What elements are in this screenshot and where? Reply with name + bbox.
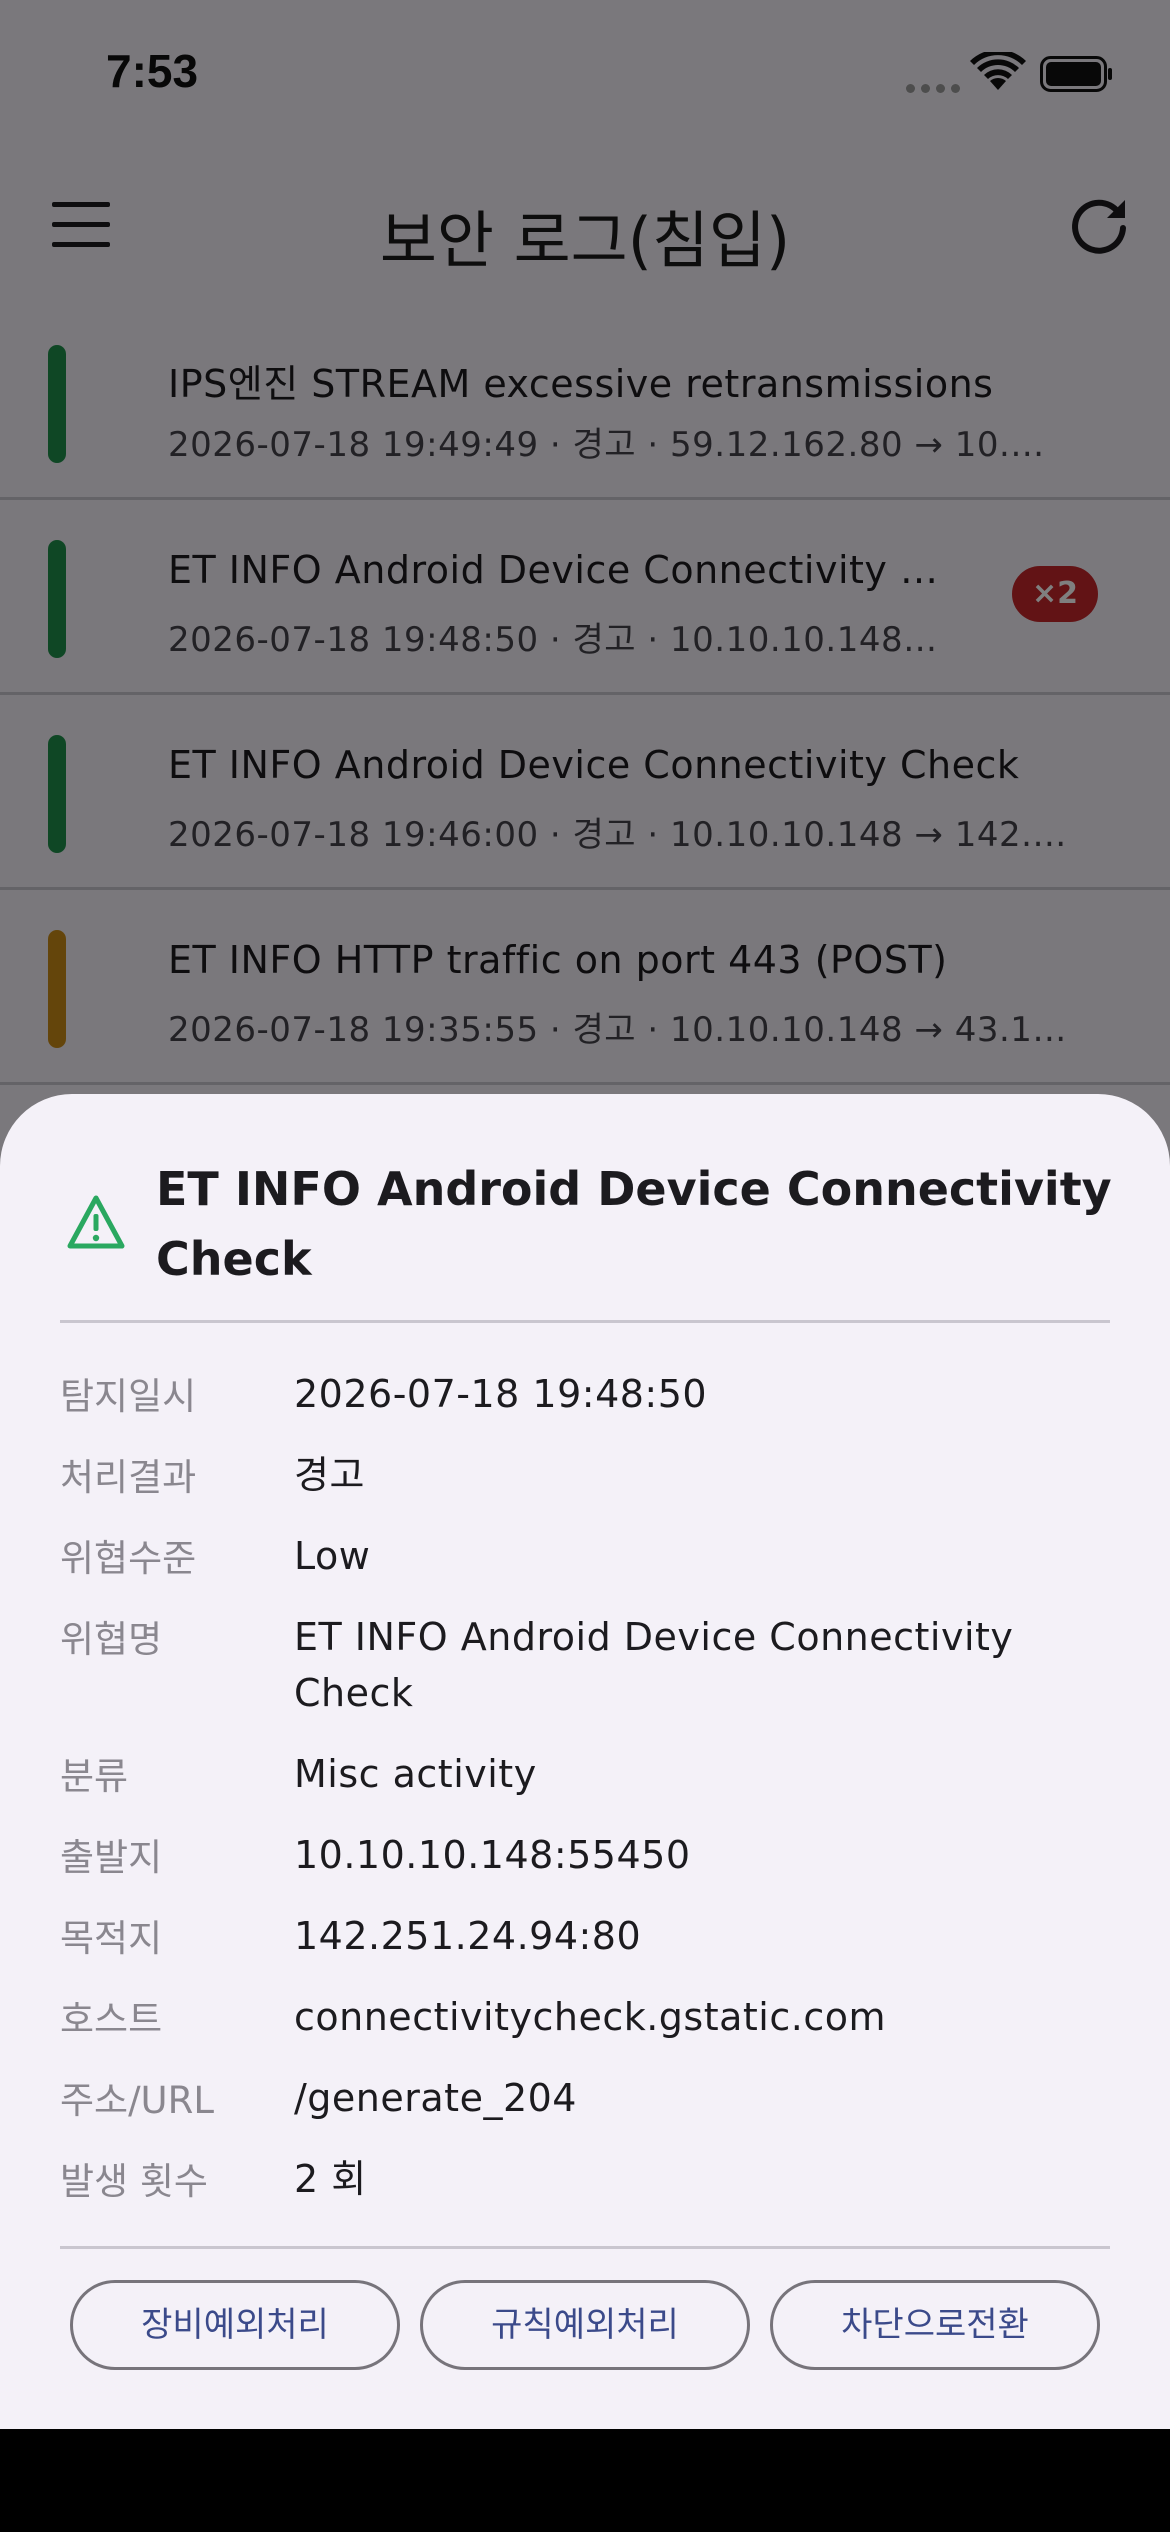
sheet-title: ET INFO Android Device Connectivity Chec… [156, 1162, 1112, 1286]
detail-label: 목적지 [60, 1917, 163, 1960]
detail-label: 발생 횟수 [60, 2160, 208, 2203]
detail-label: 분류 [60, 1755, 129, 1798]
detail-value: 경고 [294, 1453, 365, 1497]
detail-value: Low [294, 1534, 371, 1578]
detail-label: 위협수준 [60, 1537, 197, 1580]
detail-value: 2 회 [294, 2157, 367, 2201]
rule-exception-button[interactable]: 규칙예외처리 [420, 2280, 750, 2370]
detail-value: Misc activity [294, 1752, 537, 1796]
device-exception-button[interactable]: 장비예외처리 [70, 2280, 400, 2370]
switch-to-block-button[interactable]: 차단으로전환 [770, 2280, 1100, 2370]
warning-icon [67, 1195, 125, 1249]
detail-label: 위협명 [60, 1618, 163, 1661]
screen: 7:53 보안 로그(침입) IPS엔진 ST [0, 0, 1170, 2532]
detail-label: 출발지 [60, 1836, 163, 1879]
detail-label: 호스트 [60, 1998, 163, 2041]
detail-value: /generate_204 [294, 2076, 577, 2120]
detail-value: 10.10.10.148:55450 [294, 1833, 691, 1877]
detail-value: 2026-07-18 19:48:50 [294, 1372, 708, 1416]
detail-value: ET INFO Android Device Connectivity Chec… [294, 1615, 1014, 1715]
detail-value: connectivitycheck.gstatic.com [294, 1995, 886, 2039]
detail-bottom-sheet: ET INFO Android Device Connectivity Chec… [0, 1094, 1170, 2429]
divider [60, 2246, 1110, 2249]
detail-label: 주소/URL [60, 2079, 214, 2122]
detail-value: 142.251.24.94:80 [294, 1914, 642, 1958]
detail-label: 처리결과 [60, 1456, 197, 1499]
divider [60, 1320, 1110, 1323]
home-indicator-area [0, 2429, 1170, 2532]
detail-label: 탐지일시 [60, 1375, 197, 1418]
